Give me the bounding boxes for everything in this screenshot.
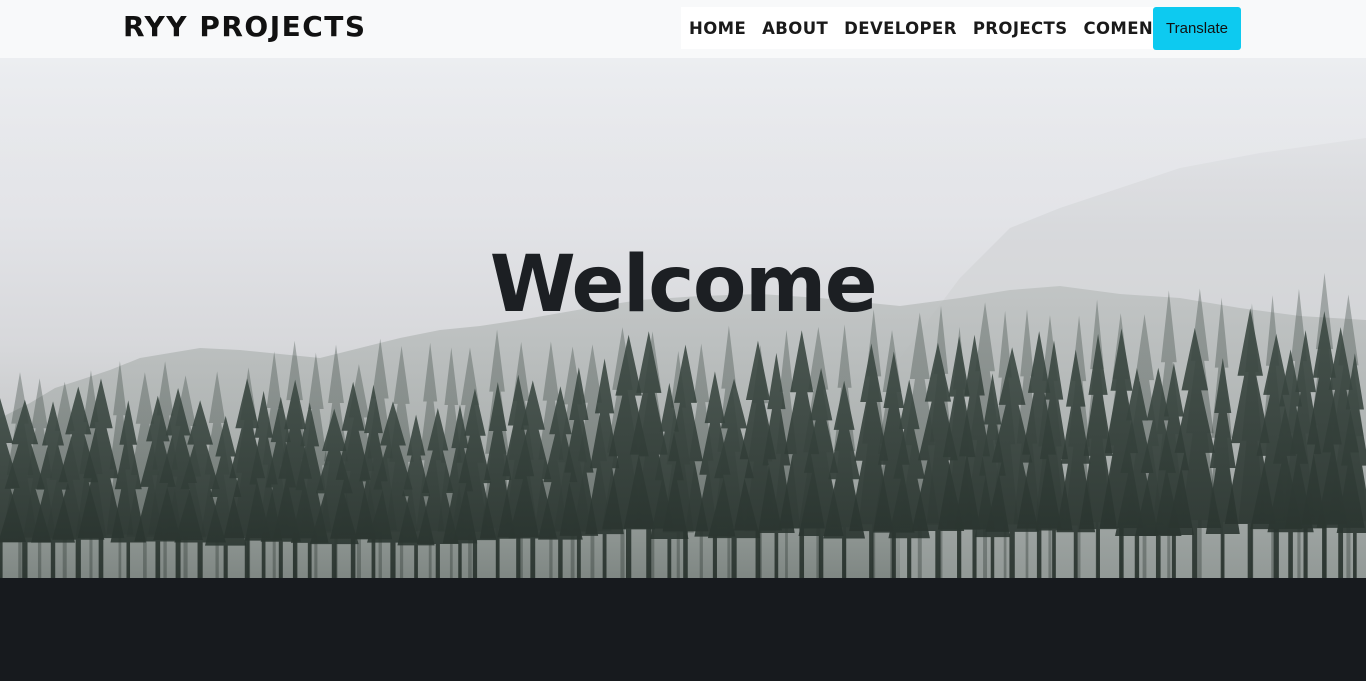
nav-link-about[interactable]: ABOUT — [762, 19, 828, 38]
hero-banner: Welcome — [0, 58, 1366, 578]
nav-link-projects[interactable]: PROJECTS — [973, 19, 1068, 38]
navbar: RYY PROJECTS HOME ABOUT DEVELOPER PROJEC… — [0, 0, 1366, 58]
translate-button[interactable]: Translate — [1153, 7, 1241, 50]
nav-link-home[interactable]: HOME — [689, 19, 746, 38]
dark-section — [0, 578, 1366, 681]
brand-logo[interactable]: RYY PROJECTS — [123, 10, 367, 43]
nav-menu: HOME ABOUT DEVELOPER PROJECTS COMENT — [681, 7, 1171, 49]
nav-link-developer[interactable]: DEVELOPER — [844, 19, 957, 38]
welcome-heading: Welcome — [489, 240, 878, 330]
